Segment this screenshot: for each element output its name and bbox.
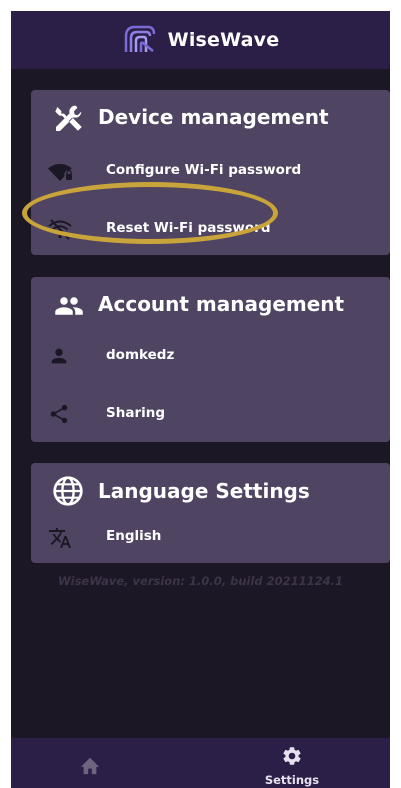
wifi-off-icon	[48, 219, 72, 240]
wifi-lock-icon	[48, 164, 72, 181]
globe-icon	[53, 476, 83, 506]
language-row[interactable]: English	[31, 519, 390, 559]
device-management-card: Device management Configure Wi-Fi passwo…	[31, 90, 390, 255]
sharing-label: Sharing	[106, 405, 166, 421]
configure-wifi-row[interactable]: Configure Wi-Fi password	[31, 148, 390, 194]
translate-icon	[49, 528, 71, 548]
share-icon	[50, 404, 68, 424]
language-label: English	[106, 528, 162, 544]
account-management-title: Account management	[98, 292, 345, 316]
nav-settings-button[interactable]: Settings	[259, 745, 325, 787]
app-header: WiseWave	[11, 11, 390, 69]
sharing-row[interactable]: Sharing	[31, 391, 390, 437]
gear-icon	[283, 747, 301, 765]
person-icon	[51, 348, 67, 364]
username-row[interactable]: domkedz	[31, 333, 390, 379]
home-icon	[80, 757, 100, 775]
nav-home-button[interactable]	[79, 755, 105, 777]
language-settings-card: Language Settings English	[31, 463, 390, 563]
wisewave-logo-icon	[124, 25, 155, 52]
app-title: WiseWave	[167, 29, 280, 51]
bottom-nav: Settings	[11, 738, 390, 788]
people-icon	[55, 297, 83, 315]
version-text: WiseWave, version: 1.0.0, build 20211124…	[57, 574, 344, 588]
app-screen: WiseWave Device management Configure Wi-…	[11, 11, 390, 788]
configure-wifi-label: Configure Wi-Fi password	[106, 162, 302, 178]
reset-wifi-row[interactable]: Reset Wi-Fi password	[31, 206, 390, 252]
language-settings-title: Language Settings	[98, 479, 310, 503]
reset-wifi-label: Reset Wi-Fi password	[106, 220, 271, 236]
nav-settings-label: Settings	[264, 773, 320, 787]
device-management-title: Device management	[98, 105, 329, 129]
tools-icon	[55, 105, 82, 131]
username-label: domkedz	[106, 347, 175, 363]
account-management-card: Account management domkedz Sharing	[31, 277, 390, 442]
